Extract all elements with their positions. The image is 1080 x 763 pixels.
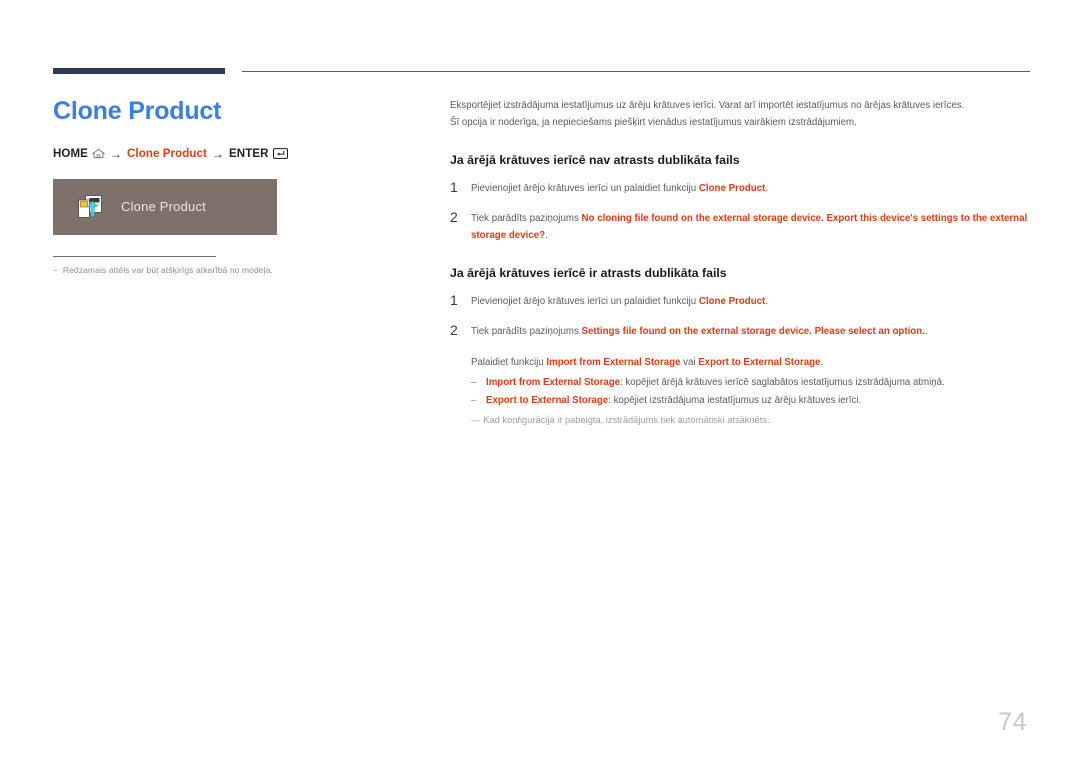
step-text-before: Tiek parādīts paziņojums	[471, 326, 582, 337]
step-text-after: .	[765, 295, 769, 307]
bullet-text: Export to External Storage: kopējiet izs…	[486, 392, 861, 410]
step-item: 2 Tiek parādīts paziņojums No cloning fi…	[450, 210, 1030, 245]
step-text-after: .	[765, 182, 769, 194]
step-text-before: Tiek parādīts paziņojums	[471, 213, 582, 225]
step-text-after: .	[924, 326, 928, 337]
intro-line-2: Šī opcija ir noderīga, ja nepieciešams p…	[450, 116, 857, 128]
note-text: Redzamais attēls var būt atšķirīgs atkar…	[62, 264, 273, 275]
step-item: 1 Pievienojiet ārējo krātuves ierīci un …	[450, 180, 1030, 197]
footnote-text: Kad konfigurācija ir pabeigta, izstrādāj…	[483, 414, 770, 425]
options-intro: Palaidiet funkciju Import from External …	[471, 354, 1030, 371]
section-heading-duplicate-found: Ja ārējā krātuves ierīcē ir atrasts dubl…	[450, 265, 727, 280]
note-dash: –	[53, 264, 58, 275]
enter-key-icon	[272, 148, 288, 159]
step-number: 1	[450, 178, 458, 195]
intro-line-1: Eksportējiet izstrādājuma iestatījumus u…	[450, 100, 965, 111]
thumbnail-note: – Redzamais attēls var būt atšķirīgs atk…	[53, 265, 403, 275]
home-icon	[91, 148, 105, 159]
options-intro-before: Palaidiet funkciju	[471, 357, 547, 369]
step-number: 2	[450, 322, 458, 338]
step-item: 2 Tiek parādīts paziņojums Settings file…	[450, 323, 1030, 340]
step-text: Pievienojiet ārējo krātuves ierīci un pa…	[471, 180, 768, 197]
step-text: Pievienojiet ārējo krātuves ierīci un pa…	[471, 293, 768, 310]
breadcrumb-arrow-1: →	[109, 146, 123, 161]
step-text: Tiek parādīts paziņojums No cloning file…	[471, 210, 1030, 245]
header-accent-bar	[53, 68, 225, 74]
step-emphasis: Clone Product	[698, 295, 766, 307]
bullet-item: – Import from External Storage: kopējiet…	[471, 374, 1030, 392]
breadcrumb-enter-label: ENTER	[229, 147, 269, 160]
bullet-item: – Export to External Storage: kopējiet i…	[471, 392, 1030, 410]
page-number: 74	[998, 708, 1027, 736]
step-emphasis: Settings file found on the external stor…	[581, 326, 925, 337]
step-text-after: .	[545, 230, 548, 242]
step-number: 2	[450, 209, 458, 226]
options-emphasis-import: Import from External Storage	[546, 357, 681, 369]
bullet-emphasis: Export to External Storage	[486, 394, 609, 406]
page-title: Clone Product	[53, 97, 222, 125]
bullet-description: : kopējiet izstrādājuma iestatījumus uz …	[608, 394, 862, 406]
left-column: Clone Product HOME → Clone Product → ENT…	[53, 97, 403, 275]
bullet-description: : kopējiet ārējā krātuves ierīcē saglabā…	[620, 376, 945, 388]
bullet-emphasis: Import from External Storage	[486, 376, 621, 388]
step-text-before: Pievienojiet ārējo krātuves ierīci un pa…	[471, 295, 699, 307]
header-rule	[242, 71, 1030, 72]
clone-product-icon	[75, 192, 105, 222]
options-intro-middle: vai	[680, 357, 699, 369]
options-block: Palaidiet funkciju Import from External …	[471, 354, 1030, 410]
main-content: Eksportējiet izstrādājuma iestatījumus u…	[450, 98, 1030, 428]
breadcrumb-home-label: HOME	[53, 147, 88, 160]
breadcrumb-current: Clone Product	[127, 147, 207, 160]
breadcrumb: HOME → Clone Product → ENTER	[53, 147, 403, 161]
document-page: Clone Product HOME → Clone Product → ENT…	[0, 0, 1080, 763]
options-emphasis-export: Export to External Storage	[698, 357, 821, 369]
step-item: 1 Pievienojiet ārējo krātuves ierīci un …	[450, 293, 1030, 310]
bullet-dash: –	[471, 376, 477, 388]
thumbnail-label: Clone Product	[121, 199, 206, 214]
bullet-dash: –	[471, 394, 477, 406]
section2-steps: 1 Pievienojiet ārējo krātuves ierīci un …	[450, 293, 1030, 341]
breadcrumb-arrow-2: →	[211, 146, 225, 161]
options-intro-after: .	[820, 357, 824, 369]
note-divider	[53, 255, 216, 257]
step-text: Tiek parādīts paziņojums Settings file f…	[471, 323, 928, 340]
footnote-dash: —	[471, 414, 480, 425]
bullet-text: Import from External Storage: kopējiet ā…	[486, 374, 945, 392]
options-bullets: – Import from External Storage: kopējiet…	[471, 374, 1030, 410]
section-heading-no-duplicate: Ja ārējā krātuves ierīcē nav atrasts dub…	[450, 152, 740, 167]
step-emphasis: Clone Product	[698, 182, 766, 194]
footnote: — Kad konfigurācija ir pabeigta, izstrād…	[471, 413, 1030, 428]
step-number: 1	[450, 291, 458, 308]
step-text-before: Pievienojiet ārējo krātuves ierīci un pa…	[471, 182, 699, 194]
section1-steps: 1 Pievienojiet ārējo krātuves ierīci un …	[450, 180, 1030, 245]
clone-product-thumbnail: Clone Product	[53, 178, 277, 235]
